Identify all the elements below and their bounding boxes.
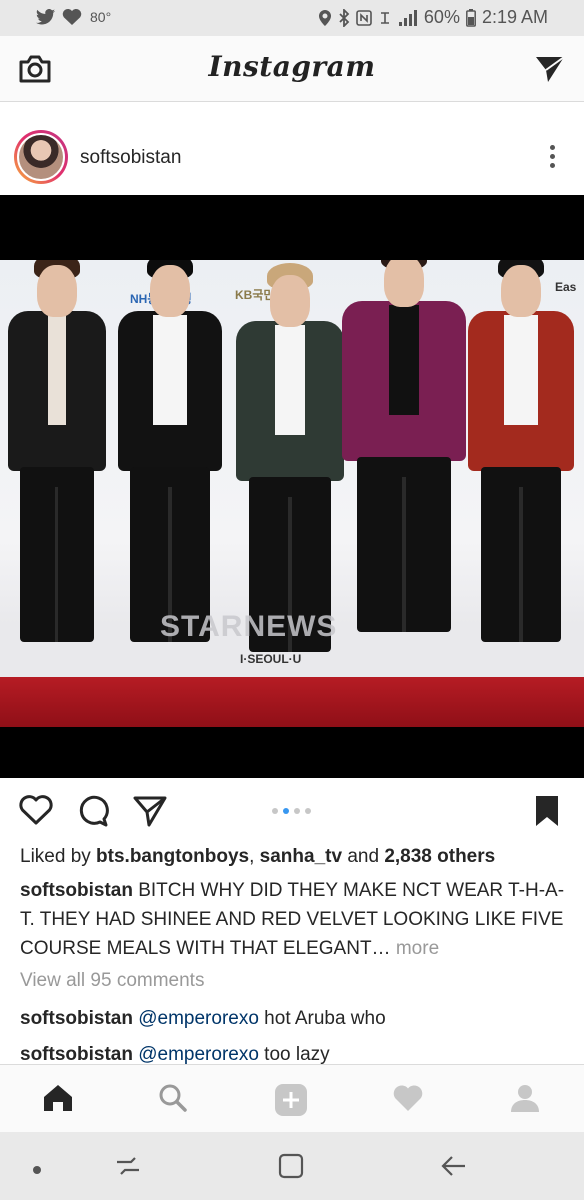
back-arrow-icon bbox=[441, 1156, 465, 1176]
person-1 bbox=[8, 260, 106, 687]
liker-1[interactable]: bts.bangtonboys bbox=[96, 846, 249, 867]
save-button[interactable] bbox=[534, 794, 560, 833]
status-right: 60% 2:19 AM bbox=[318, 7, 548, 28]
red-carpet bbox=[0, 677, 584, 727]
temperature-text: 80° bbox=[90, 9, 112, 25]
comment-username[interactable]: softsobistan bbox=[20, 1044, 133, 1065]
post-username[interactable]: softsobistan bbox=[80, 147, 181, 169]
twitter-icon bbox=[36, 9, 55, 25]
share-button[interactable] bbox=[132, 794, 168, 833]
carousel-dot bbox=[294, 808, 300, 814]
story-ring[interactable] bbox=[14, 130, 68, 184]
likes-others[interactable]: 2,838 others bbox=[384, 846, 495, 867]
more-options-icon[interactable] bbox=[548, 145, 556, 173]
post-header: softsobistan bbox=[0, 103, 584, 195]
bookmark-filled-icon bbox=[536, 796, 558, 826]
like-button[interactable] bbox=[18, 794, 54, 831]
likes-and: and bbox=[342, 846, 385, 867]
signal-icon bbox=[398, 9, 417, 26]
battery-percent-text: 60% bbox=[423, 7, 460, 27]
caption-username[interactable]: softsobistan bbox=[20, 880, 133, 901]
photo-scene: NH농협은행 KB국민은행 I·SEOUL·U Eas bbox=[0, 260, 584, 727]
comment-row: softsobistan @emperorexo too lazy bbox=[20, 1044, 330, 1066]
recents-button[interactable] bbox=[114, 1152, 142, 1185]
heart-icon bbox=[393, 1085, 423, 1111]
carousel-dot bbox=[272, 808, 278, 814]
carousel-indicator bbox=[272, 808, 311, 814]
comment-username[interactable]: softsobistan bbox=[20, 1008, 133, 1029]
post-caption: softsobistan BITCH WHY DID THEY MAKE NCT… bbox=[20, 876, 572, 963]
back-button[interactable] bbox=[440, 1152, 468, 1185]
tab-profile[interactable] bbox=[510, 1083, 540, 1118]
heart-status-icon bbox=[62, 8, 82, 26]
location-icon bbox=[318, 9, 331, 26]
caption-more-link[interactable]: more bbox=[391, 938, 439, 959]
liker-2[interactable]: sanha_tv bbox=[260, 846, 342, 867]
carousel-dot bbox=[305, 808, 311, 814]
comment-button[interactable] bbox=[76, 794, 110, 833]
comment-text: too lazy bbox=[258, 1044, 330, 1065]
mute-icon bbox=[380, 11, 389, 24]
time-text: 2:19 AM bbox=[481, 7, 548, 27]
search-icon bbox=[159, 1084, 187, 1112]
bluetooth-icon bbox=[339, 8, 350, 27]
tab-new-post[interactable] bbox=[274, 1083, 308, 1122]
instagram-logo: Instagram bbox=[208, 50, 376, 83]
likes-prefix: Liked by bbox=[20, 846, 97, 867]
view-all-comments-link[interactable]: View all 95 comments bbox=[20, 970, 204, 992]
tab-activity[interactable] bbox=[392, 1083, 424, 1118]
home-icon bbox=[44, 1085, 72, 1111]
comment-text: hot Aruba who bbox=[258, 1008, 386, 1029]
direct-messages-button[interactable] bbox=[534, 54, 566, 89]
add-post-icon bbox=[275, 1084, 307, 1116]
avatar bbox=[17, 133, 65, 181]
status-left: 80° bbox=[36, 8, 111, 26]
status-bar: 80° 60% 2:19 AM bbox=[0, 0, 584, 36]
app-header: Instagram bbox=[0, 36, 584, 102]
nfc-icon bbox=[356, 9, 372, 26]
comment-icon bbox=[79, 795, 109, 827]
share-plane-icon bbox=[133, 796, 167, 827]
assistant-dot[interactable] bbox=[32, 1162, 42, 1180]
bottom-tab-bar bbox=[0, 1064, 584, 1132]
comment-mention[interactable]: @emperorexo bbox=[138, 1008, 259, 1029]
person-4 bbox=[342, 260, 466, 687]
person-5 bbox=[468, 260, 574, 687]
profile-icon bbox=[511, 1085, 539, 1112]
carousel-dot-active bbox=[283, 808, 289, 814]
system-navigation-bar bbox=[0, 1132, 584, 1200]
post-actions bbox=[0, 778, 584, 842]
post-photo[interactable]: NH농협은행 KB국민은행 I·SEOUL·U Eas bbox=[0, 195, 584, 778]
dot-icon bbox=[33, 1166, 41, 1174]
instagram-feed-screen: 80° 60% 2:19 AM Instagram softsobistan K… bbox=[0, 0, 584, 1200]
likes-summary: Liked by bts.bangtonboys, sanha_tv and 2… bbox=[20, 846, 495, 868]
tab-search[interactable] bbox=[158, 1083, 188, 1118]
heart-outline-icon bbox=[19, 795, 53, 825]
battery-icon bbox=[466, 8, 476, 27]
comment-mention[interactable]: @emperorexo bbox=[138, 1044, 259, 1065]
photo-watermark: STARNEWS bbox=[160, 610, 338, 643]
home-square-icon bbox=[278, 1153, 304, 1179]
home-system-button[interactable] bbox=[278, 1152, 304, 1185]
recents-icon bbox=[117, 1157, 139, 1175]
tab-home[interactable] bbox=[42, 1083, 74, 1118]
paper-plane-icon bbox=[536, 56, 565, 82]
likes-separator: , bbox=[249, 846, 260, 867]
comment-row: softsobistan @emperorexo hot Aruba who bbox=[20, 1008, 386, 1030]
